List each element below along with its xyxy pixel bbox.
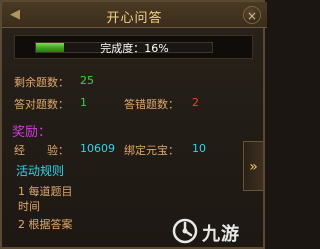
title-bar: ◀ 开心问答 × [2, 2, 267, 28]
watermark-text: 九游 [202, 224, 240, 245]
window-title: 开心问答 [106, 11, 163, 26]
quiz-panel: ◀ 开心问答 × 完成度：16% 剩余题数： 25 答对题数： 1 答错题数： … [0, 0, 267, 249]
wrong-label: 答错题数： [124, 98, 179, 111]
rule-line-1: 1 每道题目 [18, 185, 73, 198]
exp-value: 10609 [80, 142, 115, 155]
nine-game-logo-icon [172, 218, 198, 244]
exp-label: 经 验： [14, 144, 69, 157]
rule-line-2: 时间 [18, 200, 40, 213]
progress-section: 完成度：16% [14, 35, 253, 59]
wrong-value: 2 [192, 96, 199, 109]
rules-heading: 活动规则 [16, 164, 65, 178]
close-button[interactable]: × [243, 6, 261, 24]
correct-value: 1 [80, 96, 87, 109]
rule-line-3: 2 根据答案 [18, 218, 73, 231]
remaining-value: 25 [80, 74, 94, 87]
progress-label: 完成度：16% [100, 42, 169, 55]
watermark-logo: 九游 [170, 215, 266, 249]
expand-button[interactable]: » [243, 141, 263, 191]
bound-ingot-value: 10 [192, 142, 206, 155]
bound-ingot-label: 绑定元宝： [124, 144, 179, 157]
correct-label: 答对题数： [14, 98, 69, 111]
rewards-heading: 奖励： [12, 125, 52, 140]
remaining-label: 剩余题数： [14, 76, 69, 89]
